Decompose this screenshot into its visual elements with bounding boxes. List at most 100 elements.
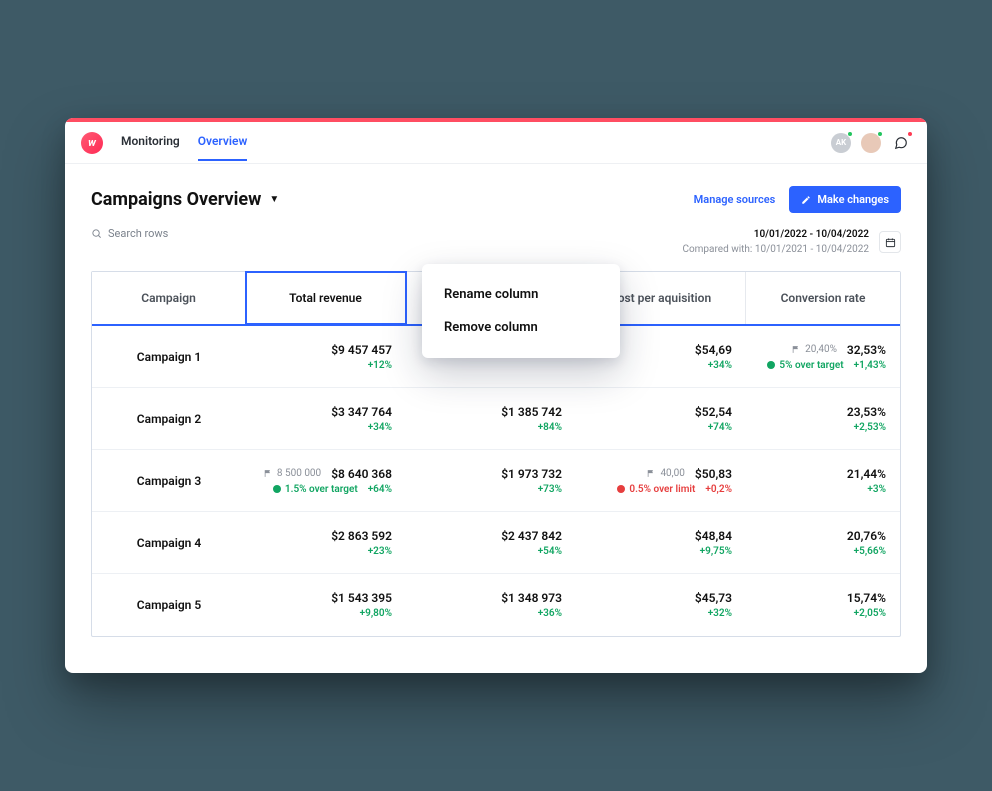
- avatar-initials: AK: [836, 138, 846, 147]
- cell-value: $45,73: [695, 591, 732, 605]
- cell-value: $48,84: [695, 529, 732, 543]
- cell-value: $52,54: [695, 405, 732, 419]
- search-input[interactable]: Search rows: [91, 227, 168, 240]
- target-note: 0.5% over limit: [617, 484, 695, 495]
- table-row: Campaign 4 $2 863 592 +23% $2 437 842 +54%…: [92, 512, 900, 574]
- menu-rename-column[interactable]: Rename column: [422, 278, 620, 311]
- cell-delta: +34%: [368, 422, 392, 433]
- app-window: w Monitoring Overview AK Campaigns Overv…: [65, 118, 927, 673]
- page-title[interactable]: Campaigns Overview ▼: [91, 189, 279, 210]
- caret-down-icon: ▼: [269, 194, 279, 205]
- cell-delta: +3%: [867, 484, 886, 495]
- cell-value: $1 973 732: [501, 467, 562, 481]
- flag-icon: [264, 469, 273, 478]
- table-cell: 20,40% 32,53% 5% over target +1,43%: [746, 326, 900, 387]
- pencil-icon: [801, 195, 811, 205]
- table-cell: $1 385 742+84%: [406, 388, 576, 449]
- th-campaign[interactable]: Campaign: [92, 272, 246, 324]
- cell-value: $9 457 457: [331, 343, 392, 357]
- cell-value: $2 863 592: [331, 529, 392, 543]
- cell-delta: +2,05%: [854, 608, 886, 619]
- table-row: Campaign 3 8 500 000 $8 640 368 1.5% over …: [92, 450, 900, 512]
- table-cell: 15,74%+2,05%: [746, 574, 900, 636]
- search-placeholder: Search rows: [108, 227, 168, 240]
- table-wrap: Campaign Total revenue Total spending Co…: [65, 271, 927, 673]
- cell-value: 32,53%: [847, 343, 886, 357]
- cell-delta: +0,2%: [705, 484, 732, 495]
- manage-sources-link[interactable]: Manage sources: [694, 193, 776, 206]
- cell-delta: +1,43%: [854, 360, 886, 371]
- calendar-button[interactable]: [879, 231, 901, 253]
- date-compared: Compared with: 10/01/2021 - 10/04/2022: [682, 242, 869, 257]
- status-dot-icon: [847, 131, 853, 137]
- cell-delta: +2,53%: [854, 422, 886, 433]
- cell-delta: +5,66%: [854, 546, 886, 557]
- tab-overview[interactable]: Overview: [198, 124, 248, 161]
- table-cell: $2 437 842 +54%: [406, 512, 576, 573]
- search-icon: [91, 228, 102, 239]
- campaign-name[interactable]: Campaign 5: [92, 574, 246, 636]
- table-cell: 8 500 000 $8 640 368 1.5% over target +64%: [246, 450, 406, 511]
- cell-delta: +73%: [538, 484, 562, 495]
- th-conversion-rate[interactable]: Conversion rate: [746, 272, 900, 324]
- cell-delta: +23%: [368, 546, 392, 557]
- make-changes-label: Make changes: [817, 193, 889, 206]
- status-dot-icon: [767, 361, 775, 369]
- target-note: 1.5% over target: [273, 484, 358, 495]
- cell-value: $1 348 973: [501, 591, 562, 605]
- page-header: Campaigns Overview ▼ Manage sources Make…: [65, 164, 927, 221]
- target-flag: 8 500 000: [264, 468, 321, 479]
- header-actions: Manage sources Make changes: [694, 186, 901, 213]
- table-cell: 23,53%+2,53%: [746, 388, 900, 449]
- cell-delta: +36%: [538, 608, 562, 619]
- status-dot-icon: [877, 131, 883, 137]
- cell-delta: +54%: [538, 546, 562, 557]
- user-avatar-initials[interactable]: AK: [831, 133, 851, 153]
- topbar: w Monitoring Overview AK: [65, 122, 927, 164]
- table-cell: $1 973 732 +73%: [406, 450, 576, 511]
- campaign-name[interactable]: Campaign 4: [92, 512, 246, 573]
- cell-delta: +12%: [368, 360, 392, 371]
- make-changes-button[interactable]: Make changes: [789, 186, 901, 213]
- menu-remove-column[interactable]: Remove column: [422, 311, 620, 344]
- campaign-name[interactable]: Campaign 3: [92, 450, 246, 511]
- table-cell: $48,84 +9,75%: [576, 512, 746, 573]
- user-avatar-photo[interactable]: [861, 133, 881, 153]
- cell-delta: +64%: [368, 484, 392, 495]
- topbar-right: AK: [831, 133, 911, 153]
- campaigns-table: Campaign Total revenue Total spending Co…: [91, 271, 901, 637]
- campaign-name[interactable]: Campaign 2: [92, 388, 246, 449]
- table-cell: $9 457 457 +12%: [246, 326, 406, 387]
- target-flag: 20,40%: [792, 344, 837, 355]
- table-row: Campaign 5 $1 543 395+9,80% $1 348 973 +3…: [92, 574, 900, 636]
- target-flag: 40,00: [647, 468, 684, 479]
- table-cell: $1 543 395+9,80%: [246, 574, 406, 636]
- calendar-icon: [885, 237, 896, 248]
- table-cell: $2 863 592 +23%: [246, 512, 406, 573]
- cell-delta: +32%: [708, 608, 732, 619]
- flag-icon: [647, 469, 656, 478]
- cell-delta: +84%: [538, 422, 562, 433]
- th-total-revenue[interactable]: Total revenue: [246, 272, 406, 324]
- status-dot-icon: [273, 485, 281, 493]
- tab-monitoring[interactable]: Monitoring: [121, 124, 180, 161]
- brand-logo[interactable]: w: [81, 132, 103, 154]
- target-note: 5% over target: [767, 360, 843, 371]
- table-cell: $45,73 +32%: [576, 574, 746, 636]
- table-cell: $52,54+74%: [576, 388, 746, 449]
- table-cell: 20,76% +5,66%: [746, 512, 900, 573]
- top-tabs: Monitoring Overview: [121, 124, 247, 161]
- cell-value: $50,83: [695, 467, 732, 481]
- table-cell: $1 348 973 +36%: [406, 574, 576, 636]
- chat-icon[interactable]: [891, 133, 911, 153]
- campaign-name[interactable]: Campaign 1: [92, 326, 246, 387]
- cell-delta: +9,80%: [360, 608, 392, 619]
- notification-dot-icon: [907, 131, 913, 137]
- cell-value: $8 640 368: [331, 467, 392, 481]
- cell-value: $2 437 842: [501, 529, 562, 543]
- date-range: 10/01/2022 - 10/04/2022: [682, 227, 869, 242]
- page-title-text: Campaigns Overview: [91, 189, 261, 210]
- cell-value: 20,76%: [847, 529, 886, 543]
- status-dot-icon: [617, 485, 625, 493]
- cell-delta: +9,75%: [700, 546, 732, 557]
